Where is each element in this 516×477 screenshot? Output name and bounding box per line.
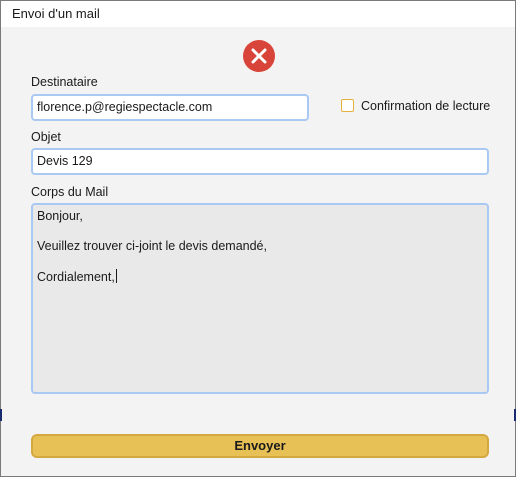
body-line-closing: Cordialement,: [37, 269, 117, 284]
recipient-label: Destinataire: [31, 75, 98, 89]
background-window-edge: [0, 409, 2, 421]
body-line-message: Veuillez trouver ci-joint le devis deman…: [37, 239, 267, 253]
window-title: Envoi d'un mail: [12, 6, 100, 21]
body-label: Corps du Mail: [31, 185, 109, 199]
read-receipt-checkbox[interactable]: [341, 99, 354, 112]
text-caret: [115, 269, 117, 283]
body-line-greeting: Bonjour,: [37, 209, 83, 223]
subject-field[interactable]: Devis 129: [31, 148, 489, 175]
mail-dialog: Envoi d'un mail Destinataire florence.p@…: [0, 0, 516, 477]
read-receipt-label: Confirmation de lecture: [361, 99, 491, 113]
recipient-field[interactable]: florence.p@regiespectacle.com: [31, 94, 309, 121]
subject-label: Objet: [31, 130, 61, 144]
title-bar: Envoi d'un mail: [1, 1, 515, 27]
body-line-closing-text: Cordialement,: [37, 270, 115, 284]
send-button[interactable]: Envoyer: [31, 434, 489, 458]
close-icon[interactable]: [243, 40, 275, 72]
body-textarea[interactable]: Bonjour, Veuillez trouver ci-joint le de…: [31, 203, 489, 394]
